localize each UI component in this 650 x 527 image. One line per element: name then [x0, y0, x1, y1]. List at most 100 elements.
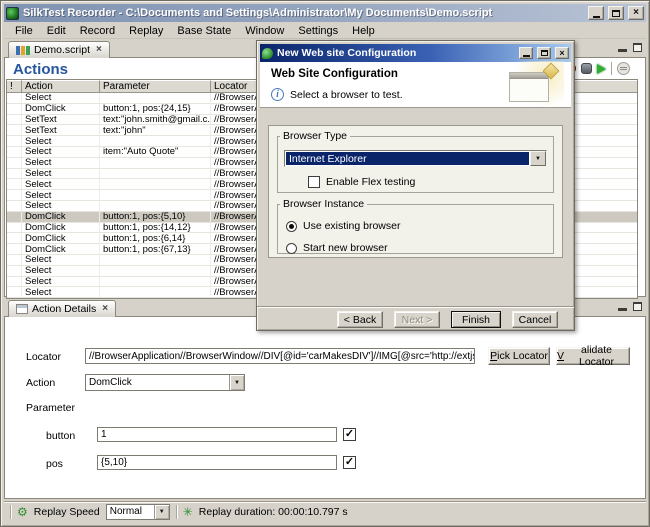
- menu-edit[interactable]: Edit: [40, 24, 73, 38]
- cell-excl: [7, 255, 22, 266]
- dialog-minimize-button[interactable]: [519, 47, 533, 59]
- tab-close-icon[interactable]: ×: [100, 304, 108, 314]
- cell-excl: [7, 190, 22, 201]
- cell-parameter: item:"Auto Quote": [100, 147, 211, 158]
- tab-label: Action Details: [32, 303, 96, 315]
- minimize-button[interactable]: [588, 6, 604, 20]
- chevron-down-icon[interactable]: ▼: [530, 151, 546, 166]
- cell-action: Select: [22, 190, 100, 201]
- browser-instance-group: Browser Instance Use existing browser St…: [277, 198, 554, 254]
- cell-action: Select: [22, 266, 100, 277]
- view-menu-icon[interactable]: [617, 62, 630, 75]
- play-icon[interactable]: [597, 64, 606, 74]
- dialog-close-button[interactable]: ×: [555, 47, 569, 59]
- minimize-view-icon[interactable]: [618, 308, 627, 311]
- pick-locator-button[interactable]: Pick Locator: [488, 347, 550, 365]
- use-existing-browser-radio[interactable]: [286, 221, 297, 232]
- dialog-button-bar: < Back Next > Finish Cancel: [337, 311, 558, 328]
- cell-action: Select: [22, 147, 100, 158]
- column-header-action[interactable]: Action: [22, 80, 100, 93]
- cell-parameter: [100, 266, 211, 277]
- cell-parameter: [100, 255, 211, 266]
- cell-parameter: [100, 287, 211, 298]
- dialog-maximize-button[interactable]: [537, 47, 551, 59]
- menu-settings[interactable]: Settings: [291, 24, 345, 38]
- silktest-logo-icon: [6, 7, 19, 20]
- locator-label: Locator: [26, 351, 61, 363]
- cell-excl: [7, 212, 22, 223]
- new-web-site-configuration-dialog: New Web site Configuration × Web Site Co…: [256, 40, 575, 331]
- button-bar-separator: [257, 306, 574, 308]
- replay-speed-dropdown[interactable]: Normal ▼: [106, 504, 170, 520]
- details-body: Locator //BrowserApplication//BrowserWin…: [4, 316, 646, 499]
- stop-icon[interactable]: [581, 63, 592, 74]
- parameter-label: Parameter: [26, 402, 75, 414]
- close-button[interactable]: ×: [628, 6, 644, 20]
- cell-parameter: button:1, pos:{5,10}: [100, 212, 211, 223]
- wizard-graphic: [507, 64, 561, 106]
- chevron-down-icon[interactable]: ▼: [229, 375, 244, 390]
- status-separator: [10, 505, 11, 519]
- cell-action: Select: [22, 287, 100, 298]
- action-label: Action: [26, 377, 55, 389]
- dialog-title: New Web site Configuration: [277, 47, 515, 59]
- cell-parameter: button:1, pos:{6,14}: [100, 233, 211, 244]
- menu-record[interactable]: Record: [73, 24, 122, 38]
- param-button-checkbox[interactable]: ✓: [343, 428, 356, 441]
- param-button-input[interactable]: 1: [97, 427, 337, 442]
- dialog-titlebar: New Web site Configuration ×: [260, 44, 571, 62]
- finish-button[interactable]: Finish: [451, 311, 501, 328]
- cell-action: Select: [22, 277, 100, 288]
- param-pos-input[interactable]: {5,10}: [97, 455, 337, 470]
- validate-locator-button[interactable]: Validate Locator: [556, 347, 630, 365]
- column-header-exclamation[interactable]: !: [7, 80, 22, 93]
- minimize-view-icon[interactable]: [618, 49, 627, 52]
- browser-type-legend: Browser Type: [280, 130, 350, 142]
- cell-excl: [7, 147, 22, 158]
- cell-excl: [7, 223, 22, 234]
- tab-action-details[interactable]: Action Details ×: [8, 300, 116, 317]
- cell-parameter: [100, 93, 211, 104]
- tab-demo-script[interactable]: Demo.script ×: [8, 41, 110, 58]
- chevron-down-icon[interactable]: ▼: [154, 505, 169, 519]
- cell-parameter: [100, 169, 211, 180]
- script-icon: [16, 46, 30, 55]
- replay-speed-icon: ⚙: [17, 506, 28, 518]
- column-header-parameter[interactable]: Parameter: [100, 80, 211, 93]
- cancel-button[interactable]: Cancel: [512, 311, 558, 328]
- maximize-view-icon[interactable]: [633, 302, 642, 311]
- param-pos-label: pos: [46, 458, 63, 470]
- menu-replay[interactable]: Replay: [122, 24, 170, 38]
- cell-action: DomClick: [22, 223, 100, 234]
- browser-type-value: Internet Explorer: [286, 152, 529, 165]
- actions-heading: Actions: [13, 61, 68, 78]
- dialog-content: Browser Type Internet Explorer ▼ Enable …: [260, 108, 571, 312]
- window-graphic: [509, 72, 549, 102]
- cell-action: Select: [22, 158, 100, 169]
- enable-flex-testing-checkbox[interactable]: [308, 176, 320, 188]
- param-pos-checkbox[interactable]: ✓: [343, 456, 356, 469]
- action-dropdown[interactable]: DomClick ▼: [85, 374, 245, 391]
- maximize-button[interactable]: [608, 6, 624, 20]
- menu-base-state[interactable]: Base State: [170, 24, 238, 38]
- browser-type-dropdown[interactable]: Internet Explorer ▼: [284, 150, 547, 167]
- cell-action: DomClick: [22, 244, 100, 255]
- cell-parameter: [100, 136, 211, 147]
- start-new-browser-radio[interactable]: [286, 243, 297, 254]
- cell-parameter: button:1, pos:{24,15}: [100, 104, 211, 115]
- replay-duration-icon: ✳: [183, 506, 193, 518]
- info-icon: i: [271, 88, 284, 101]
- cell-action: Select: [22, 201, 100, 212]
- maximize-view-icon[interactable]: [633, 43, 642, 52]
- cell-excl: [7, 169, 22, 180]
- cell-excl: [7, 115, 22, 126]
- menu-window[interactable]: Window: [238, 24, 291, 38]
- tab-close-icon[interactable]: ×: [94, 45, 102, 55]
- menu-file[interactable]: File: [8, 24, 40, 38]
- enable-flex-testing-label: Enable Flex testing: [326, 176, 415, 188]
- menu-help[interactable]: Help: [345, 24, 382, 38]
- locator-input[interactable]: //BrowserApplication//BrowserWindow//DIV…: [85, 348, 475, 364]
- menu-bar: File Edit Record Replay Base State Windo…: [4, 23, 646, 39]
- back-button[interactable]: < Back: [337, 311, 383, 328]
- dialog-subtitle: Select a browser to test.: [290, 89, 403, 101]
